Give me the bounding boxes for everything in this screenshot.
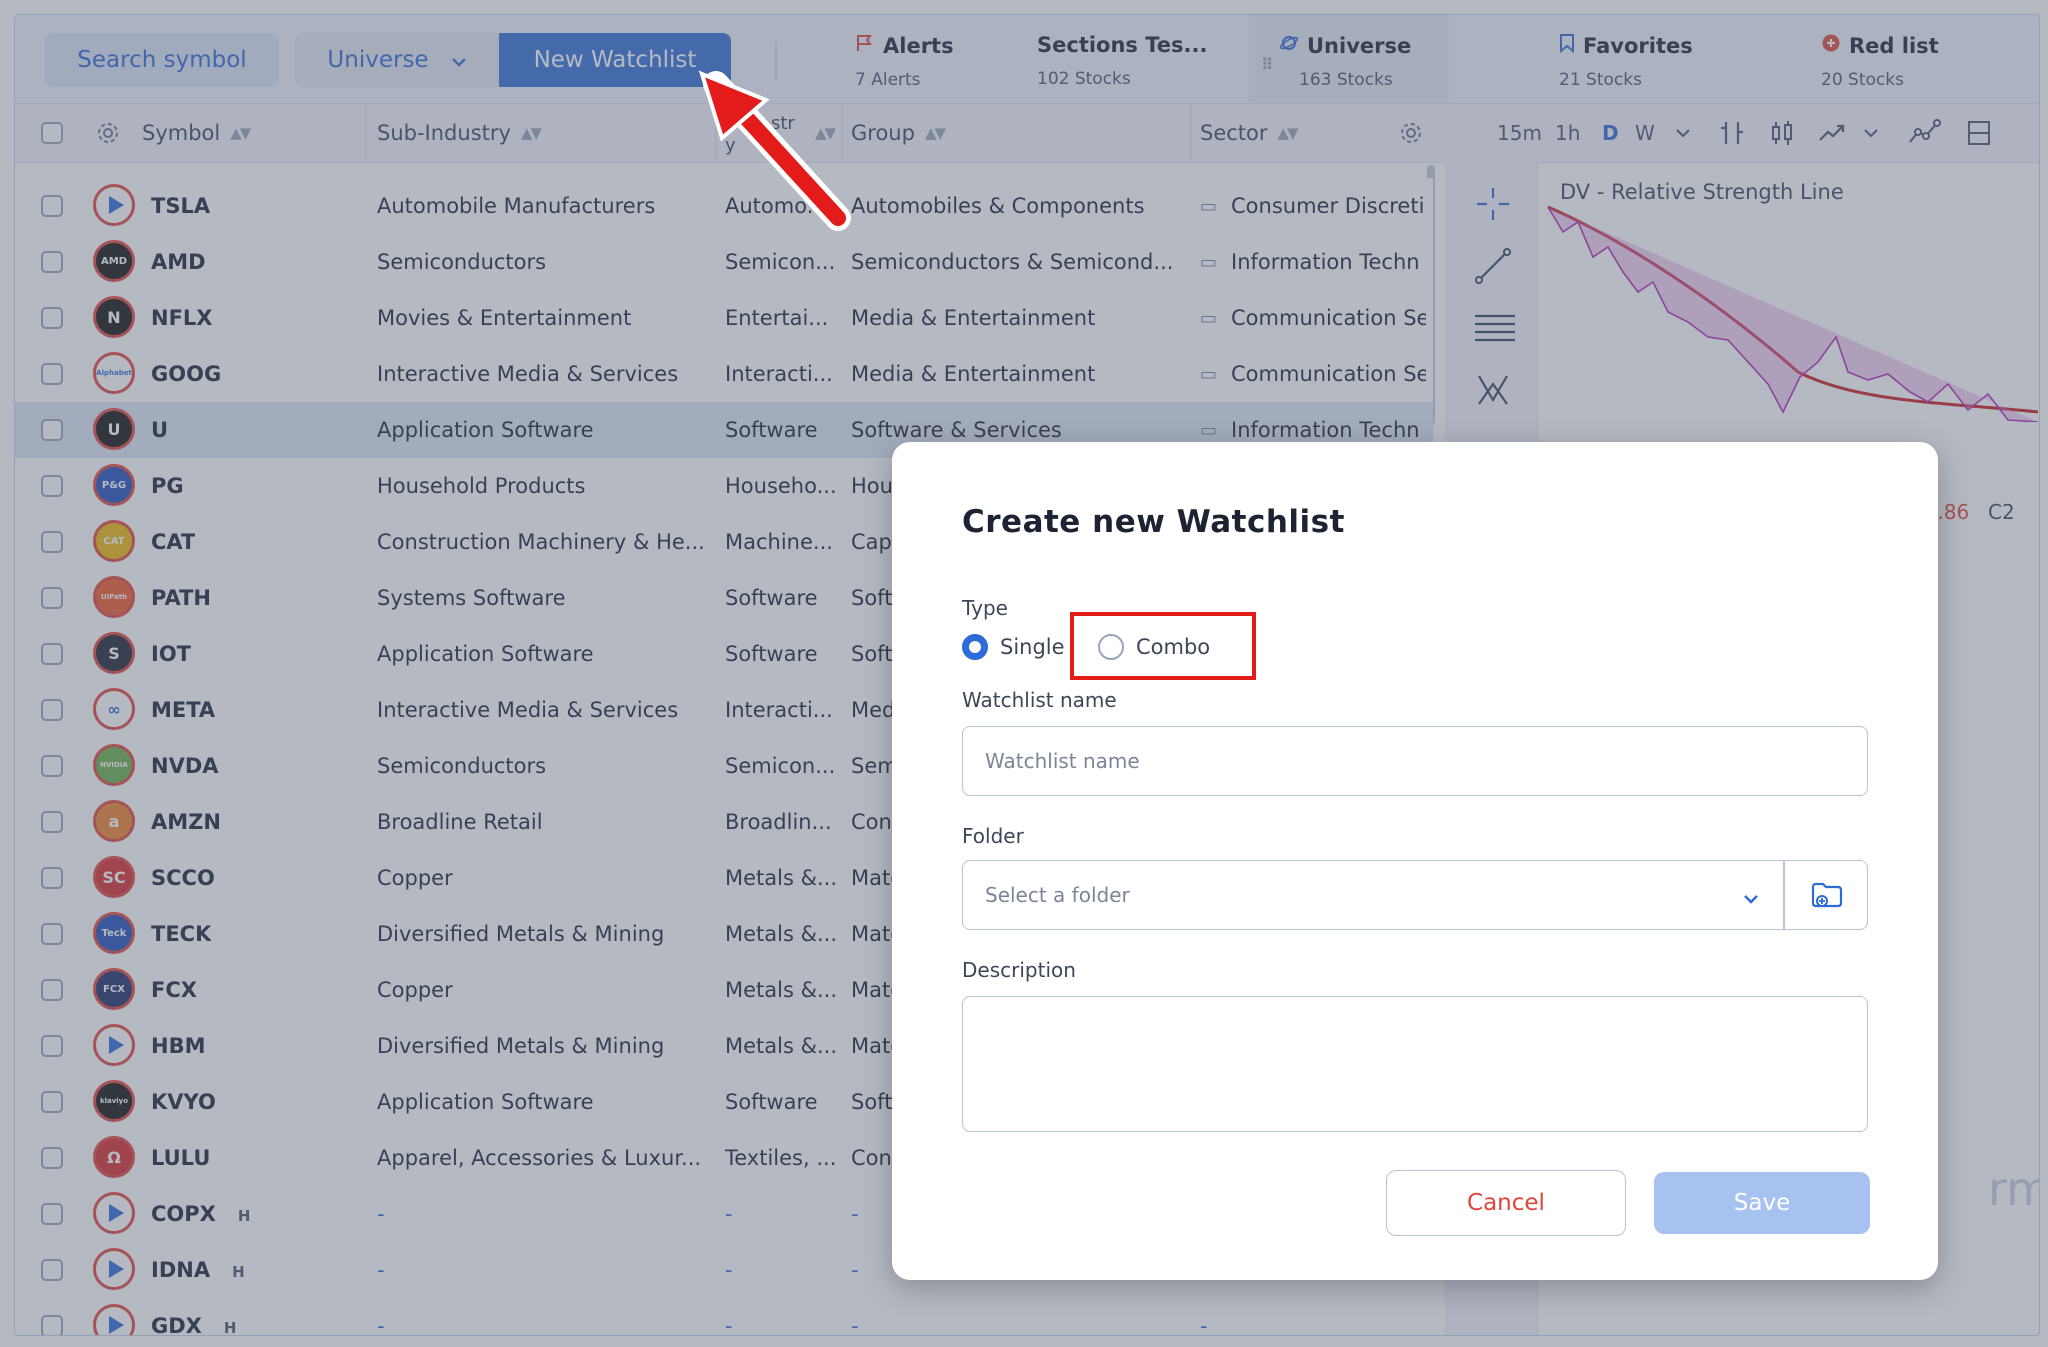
description-textarea[interactable] (962, 996, 1868, 1132)
watchlist-name-label: Watchlist name (962, 688, 1117, 712)
folder-placeholder: Select a folder (985, 883, 1130, 907)
chevron-down-icon[interactable] (1743, 889, 1759, 908)
type-single-label: Single (1000, 635, 1065, 659)
add-folder-icon[interactable] (1809, 877, 1845, 917)
save-button[interactable]: Save (1654, 1172, 1870, 1234)
watchlist-name-placeholder: Watchlist name (985, 749, 1140, 773)
folder-divider (1783, 861, 1785, 929)
save-label: Save (1733, 1190, 1791, 1216)
type-option-single[interactable]: Single (962, 634, 1065, 660)
type-label: Type (962, 596, 1008, 620)
radio-selected-icon[interactable] (962, 634, 988, 660)
dialog-title: Create new Watchlist (962, 504, 1345, 540)
folder-label: Folder (962, 824, 1024, 848)
create-watchlist-dialog: Create new Watchlist Type Single Combo W… (892, 442, 1938, 1280)
description-label: Description (962, 958, 1076, 982)
cancel-label: Cancel (1467, 1190, 1545, 1216)
combo-highlight-box (1070, 612, 1256, 680)
folder-select[interactable]: Select a folder (962, 860, 1868, 930)
watchlist-name-input[interactable]: Watchlist name (962, 726, 1868, 796)
cancel-button[interactable]: Cancel (1386, 1170, 1626, 1236)
